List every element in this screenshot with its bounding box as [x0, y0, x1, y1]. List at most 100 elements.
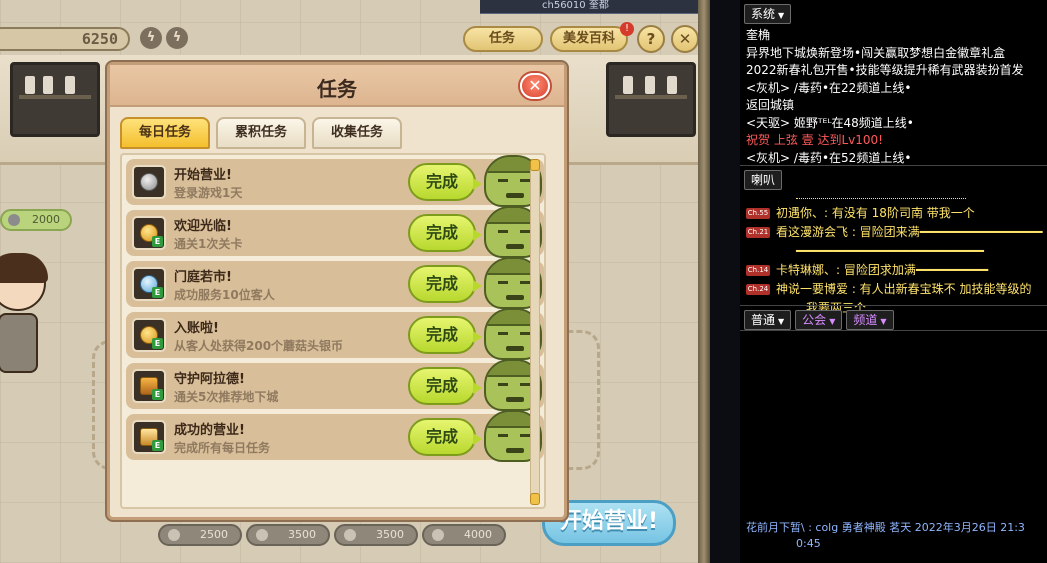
tab-cumulative-tasks[interactable]: 累积任务	[216, 117, 306, 149]
complete-button[interactable]: 完成	[408, 316, 482, 354]
top-info-strip: ch56010 奎都	[480, 0, 710, 14]
silver-coin-icon	[132, 165, 166, 199]
complete-button[interactable]: 完成	[408, 418, 482, 456]
footer-message-line: 0:45	[796, 537, 821, 550]
chest-icon: E	[132, 369, 166, 403]
horn-chat-section: 喇叭 Ch.55 初遇你、: 有没有 18阶司南 带我一个 Ch.21 看这漫游会飞 …	[740, 166, 1047, 318]
complete-button[interactable]: 完成	[408, 163, 482, 201]
station-price-badge: 3500	[246, 524, 330, 546]
task-description: 登录游戏1天	[174, 186, 243, 200]
system-chat-section: 系统 ▼ 奎桷异界地下城焕新登场•闯关赢取梦想白金徽章礼盒 2022新春礼包开售•技…	[740, 0, 1047, 167]
divider	[740, 330, 1047, 331]
channel-badge: Ch.24	[746, 284, 770, 295]
tab-daily-tasks[interactable]: 每日任务	[120, 117, 210, 149]
chat-filter-tabs: 普通 ▼ 公会 ▼ 频道 ▼	[740, 306, 1047, 330]
horn-message: Ch.55 初遇你、: 有没有 18阶司南 带我一个	[740, 204, 1047, 223]
station-price-badge: 4000	[422, 524, 506, 546]
task-name: 守护阿拉德!	[174, 372, 245, 387]
hair-product-shelf	[606, 62, 696, 137]
crystal-icon: E	[132, 267, 166, 301]
task-row: E 欢迎光临! 通关1次关卡 完成	[126, 206, 544, 258]
system-message: 2022新春礼包开售•技能等级提升稀有武器装扮首发	[746, 63, 1024, 77]
customer-character	[0, 253, 50, 395]
chat-footer: 花前月下暂\ : colg 勇者神殿 茗天 2022年3月26日 21:3 0:…	[740, 520, 1047, 552]
scroll-down-arrow[interactable]	[530, 493, 540, 505]
task-row: E 入账啦! 从客人处获得200个蘑菇头银币 完成	[126, 308, 544, 360]
system-message-list: 奎桷异界地下城焕新登场•闯关赢取梦想白金徽章礼盒 2022新春礼包开售•技能等级提…	[740, 27, 1047, 167]
coin-counter: 6250	[0, 27, 130, 51]
system-message: 异界地下城焕新登场•闯关赢取梦想白金徽章礼盒	[746, 45, 1006, 60]
task-row: E 守护阿拉德! 通关5次推荐地下城 完成	[126, 359, 544, 411]
complete-button[interactable]: 完成	[408, 367, 482, 405]
task-description: 通关5次推荐地下城	[174, 390, 279, 404]
complete-button[interactable]: 完成	[408, 214, 482, 252]
gold-book-icon: E	[132, 420, 166, 454]
task-description: 完成所有每日任务	[174, 441, 271, 455]
dialog-header: 任务 ✕	[110, 65, 564, 107]
tab-collection-tasks[interactable]: 收集任务	[312, 117, 402, 149]
chevron-down-icon: ▼	[880, 317, 887, 326]
hair-encyclopedia-button[interactable]: 美发百科	[550, 26, 628, 52]
tab-chat-filter-label: 频道	[853, 313, 878, 327]
horn-message-text: 初遇你、: 有没有 18阶司南 带我一个	[776, 206, 975, 220]
task-description: 成功服务10位客人	[174, 288, 275, 302]
task-name: 成功的营业!	[174, 423, 245, 438]
system-message: 返回城镇	[746, 98, 795, 112]
task-name: 欢迎光临!	[174, 219, 232, 234]
lightning-icon: ϟ	[166, 27, 188, 49]
system-message: <灰机> /毒药•在22频道上线•	[746, 80, 912, 95]
game-frame-border	[698, 0, 710, 563]
channel-badge: Ch.14	[746, 265, 770, 276]
tab-chat-filter-label: 普通	[751, 313, 776, 327]
complete-button[interactable]: 完成	[408, 265, 482, 303]
game-close-button[interactable]: ✕	[671, 25, 699, 53]
dialog-close-button[interactable]: ✕	[520, 73, 550, 99]
system-message: 祝贺 上弦 壹 达到Lv100!	[746, 133, 883, 147]
tab-horn[interactable]: 喇叭	[744, 170, 783, 190]
chevron-down-icon: ▼	[778, 11, 785, 20]
dialog-title: 任务	[317, 77, 357, 101]
lightning-icon: ϟ	[140, 27, 162, 49]
tab-system[interactable]: 系统 ▼	[744, 4, 792, 24]
horn-message: Ch.24 神说一要博爱 : 有人出新春宝珠不 加技能等级的	[740, 280, 1047, 299]
station-price-badge: 3500	[334, 524, 418, 546]
tab-system-label: 系统	[751, 7, 776, 21]
task-button[interactable]: 任务	[463, 26, 543, 52]
task-dialog: 任务 ✕ 每日任务 累积任务 收集任务 开始营业! 登录游戏1天 完成 E 欢迎…	[107, 62, 567, 520]
task-name: 门庭若市!	[174, 270, 232, 285]
gold-coin-icon: E	[132, 318, 166, 352]
system-message: <天驱> 姬野ᵀᴱᴸ在48频道上线•	[746, 115, 914, 130]
station-price-badge: 2000	[0, 209, 72, 231]
system-message: 奎桷	[746, 28, 771, 42]
channel-badge: Ch.21	[746, 227, 770, 238]
task-list-scrollbar[interactable]	[530, 159, 540, 505]
task-description: 通关1次关卡	[174, 237, 243, 251]
horn-message-text: 神说一要博爱 : 有人出新春宝珠不 加技能等级的	[776, 282, 1032, 296]
footer-message-line: 花前月下暂\ : colg 勇者神殿 茗天 2022年3月26日 21:3	[746, 521, 1025, 534]
notification-badge: !	[620, 22, 634, 36]
horn-message-text: 卡特琳娜、: 冒险团求加满━━━━━━━━━━	[776, 263, 989, 277]
tab-chat-filter[interactable]: 普通 ▼	[744, 310, 792, 330]
hair-product-shelf	[10, 62, 100, 137]
tab-chat-filter[interactable]: 频道 ▼	[846, 310, 894, 330]
task-list: 开始营业! 登录游戏1天 完成 E 欢迎光临! 通关1次关卡 完成 E 门庭若市…	[120, 153, 546, 509]
task-name: 入账啦!	[174, 321, 219, 336]
chevron-down-icon: ▼	[778, 317, 785, 326]
tab-chat-filter[interactable]: 公会 ▼	[795, 310, 843, 330]
horn-message-text: 看这漫游会飞 : 冒险团来满━━━━━━━━━━━━━━━━━	[776, 225, 1043, 239]
task-row: E 成功的营业! 完成所有每日任务 完成	[126, 410, 544, 462]
tab-chat-filter-label: 公会	[802, 313, 827, 327]
top-strip-text: ch56010 奎都	[542, 0, 609, 11]
horn-message: Ch.14 卡特琳娜、: 冒险团求加满━━━━━━━━━━	[740, 261, 1047, 280]
task-name: 开始营业!	[174, 168, 232, 183]
gold-coin-icon: E	[132, 216, 166, 250]
divider	[796, 198, 966, 199]
task-description: 从客人处获得200个蘑菇头银币	[174, 339, 344, 353]
horn-message: ━━━━━━━━━━━━━━━━━━━━━━━━━━	[740, 242, 1047, 261]
scroll-up-arrow[interactable]	[530, 159, 540, 171]
station-price-badge: 2500	[158, 524, 242, 546]
help-button[interactable]: ?	[637, 25, 665, 53]
task-row: 开始营业! 登录游戏1天 完成	[126, 155, 544, 207]
task-row: E 门庭若市! 成功服务10位客人 完成	[126, 257, 544, 309]
channel-badge: Ch.55	[746, 208, 770, 219]
